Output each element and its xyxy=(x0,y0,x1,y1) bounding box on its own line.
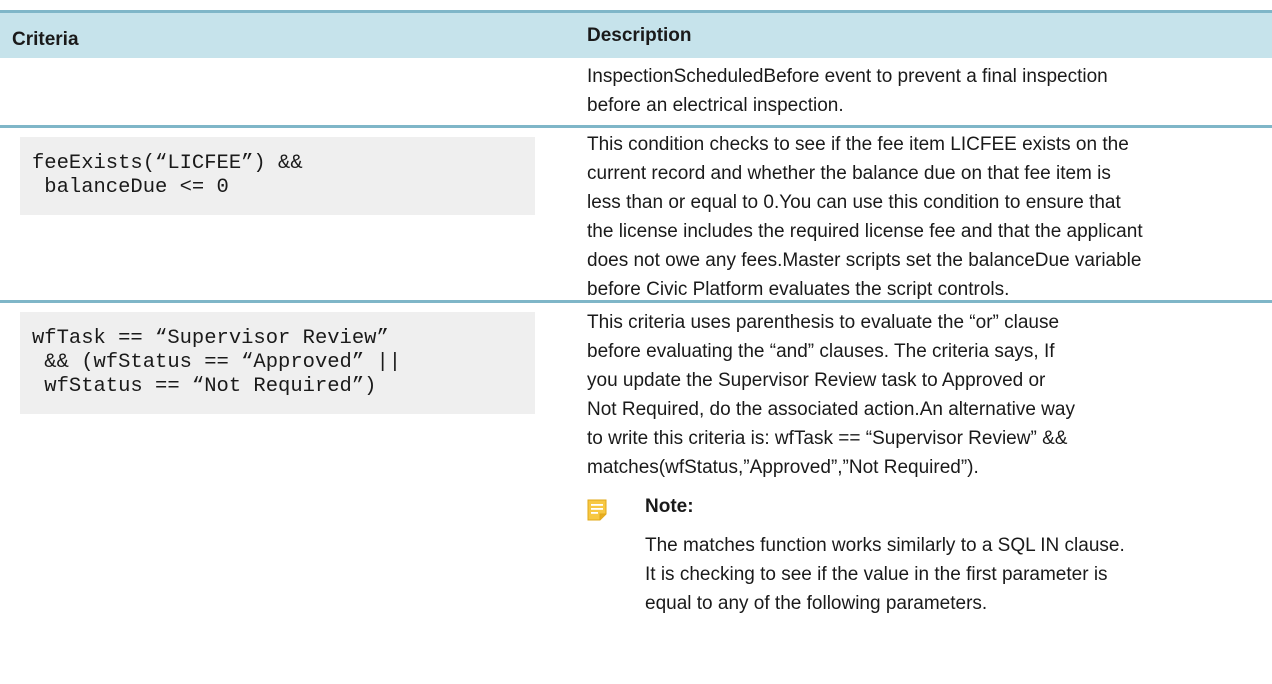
description-line: Not Required, do the associated action.A… xyxy=(587,399,1075,420)
table-row: feeExists(“LICFEE”) && balanceDue <= 0 T… xyxy=(0,128,1272,303)
note-callout: Note: The matches function works similar… xyxy=(587,492,1264,618)
description-line: less than or equal to 0.You can use this… xyxy=(587,192,1121,213)
table-row: wfTask == “Supervisor Review” && (wfStat… xyxy=(0,303,1272,618)
criteria-code-block: wfTask == “Supervisor Review” && (wfStat… xyxy=(20,312,535,414)
description-line: to write this criteria is: wfTask == “Su… xyxy=(587,428,1068,449)
criteria-cell xyxy=(0,58,575,125)
description-line: before Civic Platform evaluates the scri… xyxy=(587,279,1010,300)
description-line: the license includes the required licens… xyxy=(587,221,1143,242)
description-line: before evaluating the “and” clauses. The… xyxy=(587,341,1055,362)
table-row: InspectionScheduledBefore event to preve… xyxy=(0,58,1272,128)
note-title: Note: xyxy=(645,496,694,517)
header-criteria: Criteria xyxy=(12,29,79,50)
description-line: This condition checks to see if the fee … xyxy=(587,134,1129,155)
note-text-line: equal to any of the following parameters… xyxy=(645,593,988,614)
description-line: matches(wfStatus,”Approved”,”Not Require… xyxy=(587,457,979,478)
description-cell: This condition checks to see if the fee … xyxy=(575,128,1272,300)
note-icon xyxy=(587,499,607,521)
criteria-cell: feeExists(“LICFEE”) && balanceDue <= 0 xyxy=(0,128,575,300)
description-line: before an electrical inspection. xyxy=(587,95,844,116)
description-cell: This criteria uses parenthesis to evalua… xyxy=(575,303,1272,618)
description-line: This criteria uses parenthesis to evalua… xyxy=(587,312,1060,333)
criteria-code-block: feeExists(“LICFEE”) && balanceDue <= 0 xyxy=(20,137,535,215)
description-line: you update the Supervisor Review task to… xyxy=(587,370,1046,391)
note-text-line: It is checking to see if the value in th… xyxy=(645,564,1108,585)
header-description: Description xyxy=(587,25,692,46)
criteria-cell: wfTask == “Supervisor Review” && (wfStat… xyxy=(0,303,575,618)
description-line: current record and whether the balance d… xyxy=(587,163,1111,184)
table-header: Criteria Description xyxy=(0,10,1272,58)
description-line: InspectionScheduledBefore event to preve… xyxy=(587,66,1108,87)
description-cell: InspectionScheduledBefore event to preve… xyxy=(575,58,1272,125)
description-line: does not owe any fees.Master scripts set… xyxy=(587,250,1142,271)
note-text-line: The matches function works similarly to … xyxy=(645,535,1125,556)
criteria-table: Criteria Description InspectionScheduled… xyxy=(0,10,1272,618)
